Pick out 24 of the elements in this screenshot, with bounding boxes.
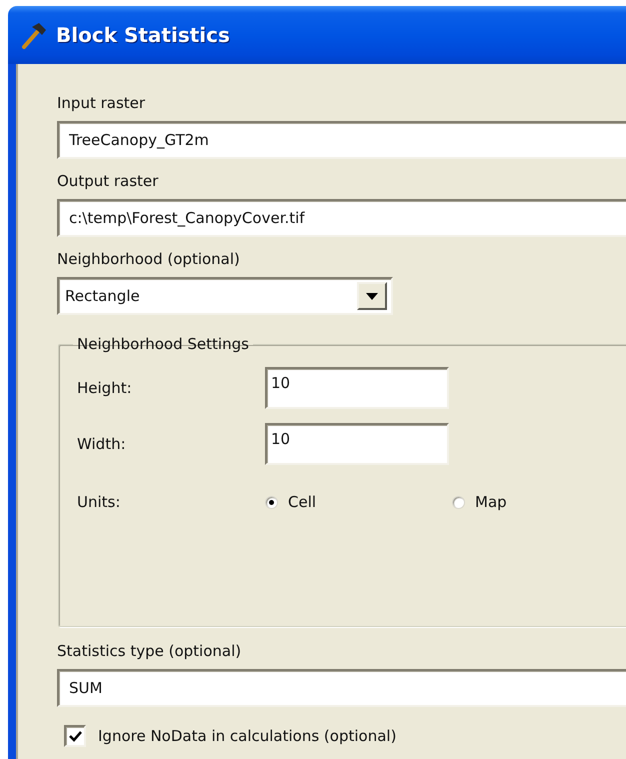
field-label: Units:: [77, 493, 122, 511]
radio-label[interactable]: Map: [475, 493, 507, 511]
checkmark-icon: [68, 730, 82, 742]
field-label: Statistics type (optional): [57, 641, 242, 662]
dropdown-arrow-button[interactable]: [357, 282, 387, 310]
checkbox-label[interactable]: Ignore NoData in calculations (optional): [98, 727, 396, 745]
radio-label[interactable]: Cell: [288, 493, 316, 511]
dropdown[interactable]: Rectangle: [57, 277, 393, 315]
field-label: Output raster: [57, 171, 160, 192]
number-field[interactable]: 10: [265, 367, 449, 409]
input-field[interactable]: c:\temp\Forest_CanopyCover.tif: [57, 199, 626, 237]
input-field[interactable]: SUM: [57, 669, 626, 707]
window-title: Block Statistics: [56, 23, 230, 47]
field-label: Height:: [77, 379, 133, 397]
checkbox[interactable]: [64, 725, 86, 747]
input-field[interactable]: TreeCanopy_GT2m: [57, 121, 626, 159]
radio-button[interactable]: [265, 496, 278, 508]
field-label: Input raster: [57, 93, 146, 114]
field-label: Neighborhood (optional): [57, 249, 241, 270]
radio-button[interactable]: [452, 496, 465, 508]
number-field[interactable]: 10: [265, 423, 449, 465]
group-title: Neighborhood Settings: [76, 335, 250, 353]
caret-icon: [366, 292, 378, 300]
field-label: Width:: [77, 435, 127, 453]
